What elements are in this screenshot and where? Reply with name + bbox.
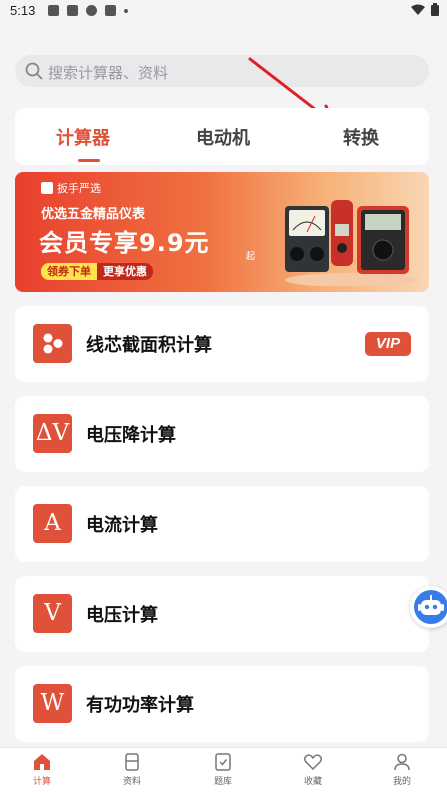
quiz-icon — [215, 753, 231, 771]
heart-icon — [303, 754, 323, 771]
nav-label: 收藏 — [303, 777, 322, 787]
coupon-left: 领券下单 — [41, 263, 97, 280]
card-wire-cross-section[interactable]: 线芯截面积计算 VIP — [15, 306, 429, 382]
nav-label: 我的 — [392, 777, 411, 787]
app-notification-icon — [86, 5, 97, 16]
coupon-right: 更享优惠 — [97, 263, 153, 280]
card-active-power[interactable]: W 有功功率计算 — [15, 666, 429, 742]
search-placeholder: 搜索计算器、资料 — [48, 64, 169, 82]
card-voltage[interactable]: V 电压计算 — [15, 576, 429, 652]
font-notification-icon — [105, 5, 116, 16]
image-notification-icon — [48, 5, 59, 16]
battery-icon — [431, 3, 439, 16]
card-current[interactable]: A 电流计算 — [15, 486, 429, 562]
user-icon — [394, 753, 410, 771]
tab-motor[interactable]: 电动机 — [196, 124, 250, 150]
card-label: 有功功率计算 — [86, 695, 194, 716]
banner-headline: 会员专享9.9元 — [39, 229, 210, 257]
tab-calculator[interactable]: 计算器 — [56, 124, 110, 150]
more-notifications-icon — [124, 9, 128, 13]
watt-icon: W — [33, 684, 72, 723]
cable-dots-icon — [33, 324, 72, 363]
status-time: 5:13 — [10, 3, 36, 18]
active-tab-indicator — [78, 159, 100, 162]
nav-materials[interactable]: 资料 — [102, 752, 162, 787]
card-label: 线芯截面积计算 — [86, 335, 212, 356]
volt-icon: V — [33, 594, 72, 633]
vip-badge: VIP — [365, 332, 411, 356]
banner-headline-suffix: 起 — [246, 252, 256, 262]
wifi-icon — [411, 4, 425, 15]
nav-question-bank[interactable]: 题库 — [193, 752, 253, 787]
search-icon — [25, 62, 43, 80]
status-bar: 5:13 — [0, 0, 447, 22]
nav-label: 资料 — [122, 777, 141, 787]
promo-banner[interactable]: 扳手严选 优选五金精品仪表 会员专享9.9元 起 领券下单 更享优惠 — [15, 172, 429, 292]
brand-logo-icon — [41, 182, 53, 194]
search-bar[interactable]: 搜索计算器、资料 — [15, 55, 429, 87]
delta-v-icon: ΔV — [33, 414, 72, 453]
card-voltage-drop[interactable]: ΔV 电压降计算 — [15, 396, 429, 472]
card-label: 电压降计算 — [86, 425, 176, 446]
banner-subtitle: 优选五金精品仪表 — [41, 207, 146, 222]
coupon-tag: 领券下单 更享优惠 — [41, 263, 153, 280]
assistant-robot-button[interactable] — [410, 586, 447, 628]
card-label: 电流计算 — [86, 515, 158, 536]
multimeter-product-image — [285, 200, 417, 286]
signal-notification-icon — [67, 5, 78, 16]
nav-label: 计算 — [32, 777, 51, 787]
nav-calculate[interactable]: 计算 — [12, 752, 72, 787]
document-icon — [125, 753, 139, 771]
banner-brand: 扳手严选 — [41, 180, 101, 196]
brand-label: 扳手严选 — [57, 182, 101, 195]
home-icon — [34, 754, 50, 770]
nav-label: 题库 — [213, 777, 232, 787]
robot-icon — [414, 590, 447, 624]
bottom-navigation: 计算 资料 题库 收藏 我的 — [0, 747, 447, 792]
tab-convert[interactable]: 转换 — [343, 124, 379, 150]
nav-profile[interactable]: 我的 — [372, 752, 432, 787]
nav-favorites[interactable]: 收藏 — [283, 752, 343, 787]
category-tabs: 计算器 电动机 转换 — [15, 108, 429, 165]
ampere-icon: A — [33, 504, 72, 543]
notification-icons — [48, 5, 128, 16]
card-label: 电压计算 — [86, 605, 158, 626]
